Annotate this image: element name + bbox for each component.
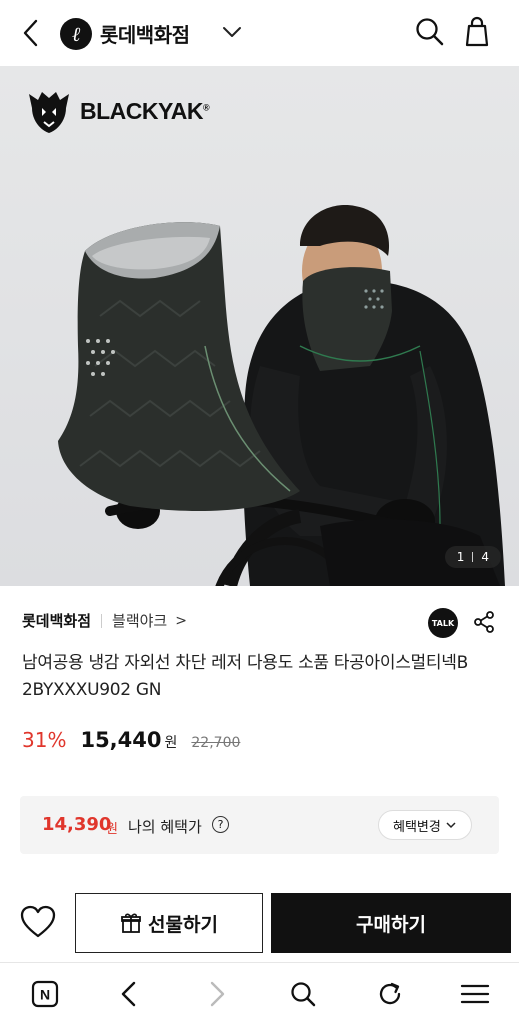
benefit-label: 나의 혜택가: [128, 818, 202, 836]
heart-icon: [20, 905, 56, 938]
gift-icon: [121, 913, 141, 933]
buy-button-label: 구매하기: [356, 913, 426, 936]
search-button[interactable]: [414, 16, 446, 48]
purchase-action-bar: 선물하기 구매하기: [0, 888, 519, 956]
benefit-price-box: 14,390 원 나의 혜택가 ? 혜택변경: [20, 796, 499, 854]
store-switch-button[interactable]: [220, 20, 244, 44]
yak-logo-icon: [29, 92, 69, 133]
browser-search-button[interactable]: [288, 979, 318, 1009]
naver-home-icon: N: [31, 980, 59, 1008]
store-brand-row: 롯데백화점 블랙야크 >: [22, 610, 187, 631]
shopping-bag-button[interactable]: [460, 14, 494, 48]
naver-letter: N: [40, 987, 50, 1003]
store-name[interactable]: 롯데백화점: [22, 610, 91, 631]
currency-unit: 원: [164, 735, 178, 751]
change-benefit-label: 혜택변경: [393, 819, 441, 835]
gift-button-label: 선물하기: [148, 913, 218, 936]
arrow-right-icon: [210, 981, 225, 1007]
buy-button[interactable]: 구매하기: [271, 893, 511, 953]
chevron-down-icon: [223, 27, 241, 37]
product-photo-illustration: [58, 205, 505, 586]
chevron-right-icon[interactable]: >: [175, 613, 187, 629]
talk-icon-label: TALK: [431, 618, 455, 628]
share-button[interactable]: [472, 610, 496, 634]
pager-total: 4: [481, 550, 489, 564]
discount-rate: 31%: [22, 728, 67, 752]
hamburger-menu-icon: [460, 984, 490, 1004]
lotte-logo-icon[interactable]: ℓ: [60, 18, 92, 50]
browser-toolbar: N: [0, 962, 519, 1024]
refresh-icon: [379, 982, 401, 1005]
pager-current: 1: [456, 550, 465, 564]
change-benefit-button[interactable]: 혜택변경: [378, 810, 472, 840]
sale-price: 15,440: [80, 728, 162, 752]
refresh-button[interactable]: [375, 979, 405, 1009]
price-row: 31% 15,440 원 22,700: [22, 728, 240, 752]
back-button[interactable]: [14, 17, 46, 49]
help-icon[interactable]: ?: [212, 816, 229, 833]
blackyak-logo: BLACKYAK®: [24, 86, 210, 136]
chevron-down-icon: [446, 822, 456, 829]
product-title: 남여공용 냉감 자외선 차단 레저 다용도 소품 타공아이스멀티넥B 2BYXX…: [22, 653, 468, 700]
gift-button[interactable]: 선물하기: [75, 893, 263, 953]
talk-button[interactable]: TALK: [428, 608, 458, 638]
share-icon: [474, 611, 494, 633]
search-icon: [416, 18, 444, 46]
brand-logo-text: BLACKYAK: [80, 97, 203, 124]
top-header: ℓ 롯데백화점: [0, 0, 519, 66]
naver-home-button[interactable]: N: [30, 979, 60, 1009]
registered-mark: ®: [202, 101, 210, 112]
original-price: 22,700: [191, 735, 241, 751]
product-image[interactable]: BLACKYAK® 14: [0, 66, 519, 586]
benefit-currency: 원: [106, 822, 118, 837]
shopping-bag-icon: [465, 16, 489, 47]
search-icon: [291, 982, 316, 1007]
arrow-left-icon: [121, 981, 136, 1007]
wishlist-button[interactable]: [18, 902, 58, 942]
browser-forward-button[interactable]: [202, 979, 232, 1009]
brand-link[interactable]: 블랙야크: [112, 610, 167, 631]
chevron-left-icon: [23, 19, 38, 47]
benefit-price: 14,390: [42, 814, 112, 835]
image-pager: 14: [444, 546, 501, 568]
browser-back-button[interactable]: [114, 979, 144, 1009]
menu-button[interactable]: [460, 979, 490, 1009]
store-title[interactable]: 롯데백화점: [100, 19, 190, 48]
